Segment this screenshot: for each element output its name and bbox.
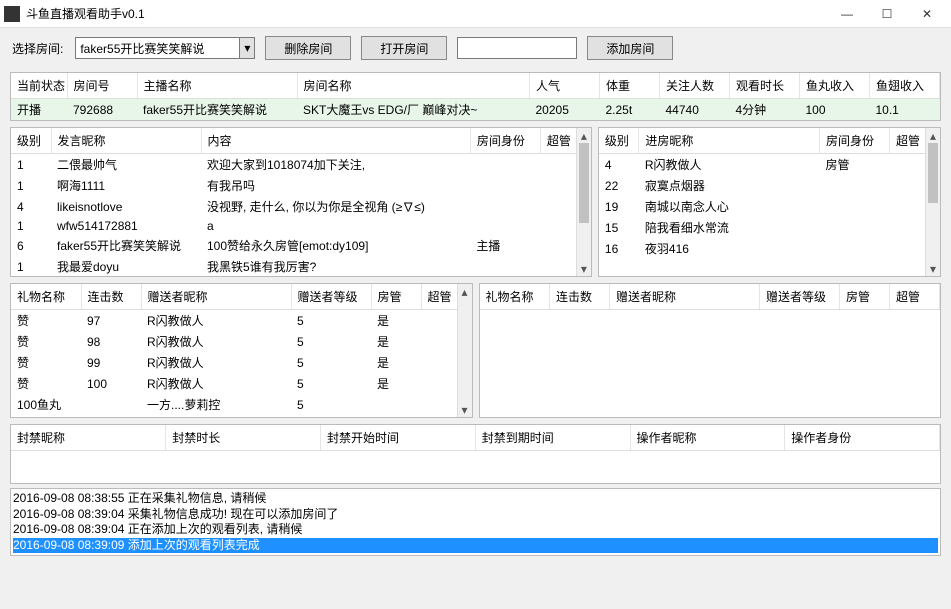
column-header[interactable]: 内容 xyxy=(201,128,470,154)
gift-right-table: 礼物名称连击数赠送者昵称赠送者等级房管超管 xyxy=(480,284,941,310)
log-line[interactable]: 2016-09-08 08:39:09 添加上次的观看列表完成 xyxy=(13,538,938,554)
column-header[interactable]: 赠送者昵称 xyxy=(610,284,760,310)
room-combo-input[interactable] xyxy=(76,38,239,58)
column-header[interactable]: 关注人数 xyxy=(660,73,730,99)
column-header[interactable]: 级别 xyxy=(11,128,51,154)
column-header[interactable]: 操作者身份 xyxy=(785,425,940,451)
column-header[interactable]: 封禁开始时间 xyxy=(321,425,476,451)
scroll-down-icon[interactable]: ▾ xyxy=(458,402,472,417)
table-row[interactable]: 赞一方....萝莉控5 xyxy=(11,415,471,418)
column-header[interactable]: 鱼翅收入 xyxy=(870,73,940,99)
table-row[interactable]: 16夜羽416 xyxy=(599,238,940,259)
room-combo[interactable]: ▾ xyxy=(75,37,255,59)
log-line[interactable]: 2016-09-08 08:38:55 正在采集礼物信息, 请稍候 xyxy=(13,491,938,507)
ban-table: 封禁昵称封禁时长封禁开始时间封禁到期时间操作者昵称操作者身份 xyxy=(11,425,940,451)
table-row[interactable]: 赞98R闪教做人5是 xyxy=(11,331,471,352)
table-row[interactable]: 6faker55开比赛笑笑解说100赞给永久房管[emot:dy109]主播 xyxy=(11,235,590,256)
column-header[interactable]: 赠送者等级 xyxy=(291,284,371,310)
column-header[interactable]: 进房昵称 xyxy=(639,128,820,154)
maximize-button[interactable]: ☐ xyxy=(867,0,907,28)
chat-scrollbar[interactable]: ▴ ▾ xyxy=(576,128,591,276)
column-header[interactable]: 超管 xyxy=(890,284,940,310)
add-room-button[interactable]: 添加房间 xyxy=(587,36,673,60)
scroll-thumb[interactable] xyxy=(579,143,589,223)
window-title: 斗鱼直播观看助手v0.1 xyxy=(26,5,827,22)
gift-right-panel: 礼物名称连击数赠送者昵称赠送者等级房管超管 xyxy=(479,283,942,418)
status-panel: 当前状态房间号主播名称房间名称人气体重关注人数观看时长鱼丸收入鱼翅收入 开播79… xyxy=(10,72,941,121)
column-header[interactable]: 封禁昵称 xyxy=(11,425,166,451)
select-room-label: 选择房间: xyxy=(12,40,63,57)
gift-left-scrollbar[interactable]: ▴ ▾ xyxy=(457,284,472,417)
table-row[interactable]: 1啊海1111有我吊吗 xyxy=(11,175,590,196)
chat-panel: 级别发言昵称内容房间身份超管 1二偎最帅气欢迎大家到1018074加下关注,1啊… xyxy=(10,127,592,277)
column-header[interactable]: 观看时长 xyxy=(730,73,800,99)
table-row[interactable]: 赞100R闪教做人5是 xyxy=(11,373,471,394)
log-panel[interactable]: 2016-09-08 08:38:55 正在采集礼物信息, 请稍候2016-09… xyxy=(10,488,941,556)
column-header[interactable]: 人气 xyxy=(530,73,600,99)
delete-room-button[interactable]: 删除房间 xyxy=(265,36,351,60)
column-header[interactable]: 封禁到期时间 xyxy=(475,425,630,451)
scroll-up-icon[interactable]: ▴ xyxy=(926,128,940,143)
column-header[interactable]: 当前状态 xyxy=(11,73,67,99)
log-line[interactable]: 2016-09-08 08:39:04 正在添加上次的观看列表, 请稍候 xyxy=(13,522,938,538)
gift-left-table: 礼物名称连击数赠送者昵称赠送者等级房管超管 赞97R闪教做人5是赞98R闪教做人… xyxy=(11,284,472,418)
column-header[interactable]: 礼物名称 xyxy=(480,284,550,310)
table-row[interactable]: 19南城以南念人心 xyxy=(599,196,940,217)
status-table: 当前状态房间号主播名称房间名称人气体重关注人数观看时长鱼丸收入鱼翅收入 开播79… xyxy=(11,73,940,120)
scroll-down-icon[interactable]: ▾ xyxy=(926,261,940,276)
scroll-up-icon[interactable]: ▴ xyxy=(577,128,591,143)
column-header[interactable]: 房间号 xyxy=(67,73,137,99)
minimize-button[interactable]: — xyxy=(827,0,867,28)
column-header[interactable]: 封禁时长 xyxy=(166,425,321,451)
enter-panel: 级别进房昵称房间身份超管 4R闪教做人房管22寂寞点烟器19南城以南念人心15陪… xyxy=(598,127,941,277)
table-row[interactable]: 1wfw514172881a xyxy=(11,217,590,235)
close-button[interactable]: ✕ xyxy=(907,0,947,28)
column-header[interactable]: 赠送者昵称 xyxy=(141,284,291,310)
scroll-down-icon[interactable]: ▾ xyxy=(577,261,591,276)
column-header[interactable]: 房间身份 xyxy=(470,128,540,154)
toolbar: 选择房间: ▾ 删除房间 打开房间 添加房间 xyxy=(0,28,951,68)
chevron-down-icon[interactable]: ▾ xyxy=(239,38,254,58)
open-room-button[interactable]: 打开房间 xyxy=(361,36,447,60)
column-header[interactable]: 连击数 xyxy=(550,284,610,310)
enter-scrollbar[interactable]: ▴ ▾ xyxy=(925,128,940,276)
titlebar: 斗鱼直播观看助手v0.1 — ☐ ✕ xyxy=(0,0,951,28)
table-row[interactable]: 22寂寞点烟器 xyxy=(599,175,940,196)
room-input[interactable] xyxy=(457,37,577,59)
table-row[interactable]: 1我最爱doyu我黑铁5谁有我厉害? xyxy=(11,256,590,277)
column-header[interactable]: 操作者昵称 xyxy=(630,425,785,451)
log-line[interactable]: 2016-09-08 08:39:04 采集礼物信息成功! 现在可以添加房间了 xyxy=(13,507,938,523)
table-row[interactable]: 1二偎最帅气欢迎大家到1018074加下关注, xyxy=(11,154,590,176)
column-header[interactable]: 房间身份 xyxy=(820,128,890,154)
scroll-up-icon[interactable]: ▴ xyxy=(458,284,472,299)
gift-left-panel: 礼物名称连击数赠送者昵称赠送者等级房管超管 赞97R闪教做人5是赞98R闪教做人… xyxy=(10,283,473,418)
column-header[interactable]: 级别 xyxy=(599,128,639,154)
column-header[interactable]: 主播名称 xyxy=(137,73,297,99)
table-row[interactable]: 100鱼丸一方....萝莉控5 xyxy=(11,394,471,415)
column-header[interactable]: 发言昵称 xyxy=(51,128,201,154)
column-header[interactable]: 鱼丸收入 xyxy=(800,73,870,99)
column-header[interactable]: 房间名称 xyxy=(297,73,530,99)
table-row[interactable]: 赞97R闪教做人5是 xyxy=(11,310,471,332)
table-row[interactable]: 赞99R闪教做人5是 xyxy=(11,352,471,373)
enter-table: 级别进房昵称房间身份超管 4R闪教做人房管22寂寞点烟器19南城以南念人心15陪… xyxy=(599,128,940,259)
column-header[interactable]: 连击数 xyxy=(81,284,141,310)
table-row[interactable]: 4R闪教做人房管 xyxy=(599,154,940,176)
column-header[interactable]: 礼物名称 xyxy=(11,284,81,310)
table-row[interactable]: 15陪我看细水常流 xyxy=(599,217,940,238)
column-header[interactable]: 赠送者等级 xyxy=(760,284,840,310)
table-row[interactable]: 开播792688faker55开比赛笑笑解说SKT大魔王vs EDG/厂 巅峰对… xyxy=(11,99,940,121)
column-header[interactable]: 房管 xyxy=(840,284,890,310)
ban-panel: 封禁昵称封禁时长封禁开始时间封禁到期时间操作者昵称操作者身份 xyxy=(10,424,941,484)
column-header[interactable]: 房管 xyxy=(371,284,421,310)
app-icon xyxy=(4,6,20,22)
scroll-thumb[interactable] xyxy=(928,143,938,203)
table-row[interactable]: 4likeisnotlove没视野, 走什么, 你以为你是全视角 (≥∇≤) xyxy=(11,196,590,217)
chat-table: 级别发言昵称内容房间身份超管 1二偎最帅气欢迎大家到1018074加下关注,1啊… xyxy=(11,128,591,277)
column-header[interactable]: 体重 xyxy=(600,73,660,99)
